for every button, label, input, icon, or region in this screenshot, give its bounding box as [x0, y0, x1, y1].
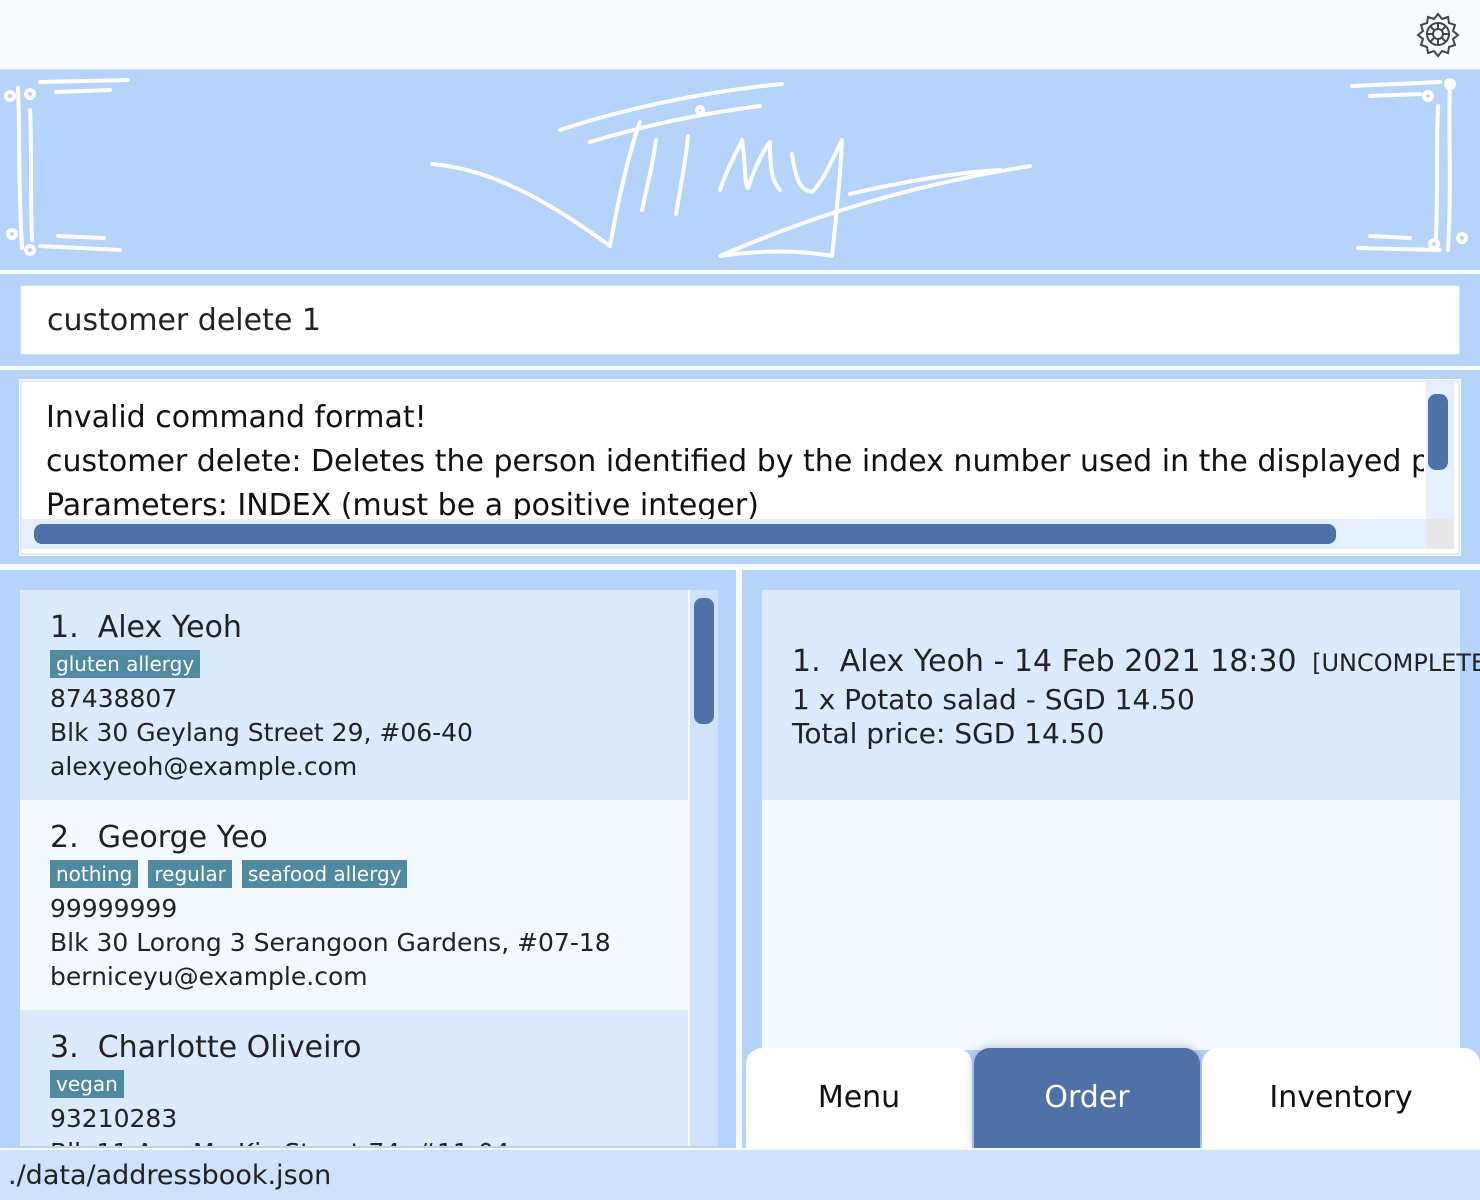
- result-horizontal-scroll-thumb[interactable]: [34, 524, 1336, 544]
- customer-tags: gluten allergy: [50, 648, 658, 682]
- customer-phone: 99999999: [50, 894, 178, 923]
- customer-phone: 87438807: [50, 684, 178, 713]
- customer-card[interactable]: 3. Charlotte Oliveiro vegan 93210283 Blk…: [20, 1010, 688, 1146]
- customer-tags: vegan: [50, 1068, 658, 1102]
- tab-menu[interactable]: Menu: [746, 1048, 972, 1148]
- customer-address: Blk 30 Lorong 3 Serangoon Gardens, #07-1…: [50, 928, 611, 957]
- status-bar: ./data/addressbook.json: [0, 1148, 1480, 1200]
- order-header: 1. Alex Yeoh - 14 Feb 2021 18:30 [UNCOMP…: [792, 642, 1480, 683]
- order-datetime: - 14 Feb 2021 18:30: [993, 644, 1297, 679]
- customer-card[interactable]: 1. Alex Yeoh gluten allergy 87438807 Blk…: [20, 590, 688, 800]
- tab-order[interactable]: Order: [974, 1048, 1200, 1148]
- result-line: Parameters: INDEX (must be a positive in…: [46, 488, 759, 519]
- command-input[interactable]: [21, 286, 1459, 354]
- panel-divider[interactable]: [736, 570, 742, 1148]
- customer-list-scroll-thumb[interactable]: [694, 598, 714, 724]
- customer-email: alexyeoh@example.com: [50, 752, 358, 781]
- customer-name: 1. Alex Yeoh: [50, 610, 242, 645]
- customer-phone: 93210283: [50, 1104, 178, 1133]
- customer-name: 2. George Yeo: [50, 820, 268, 855]
- order-item: 1 x Potato salad - SGD 14.50: [792, 683, 1195, 716]
- tab-inventory[interactable]: Inventory: [1202, 1048, 1480, 1148]
- command-box[interactable]: [20, 285, 1460, 355]
- customer-address: Blk 30 Geylang Street 29, #06-40: [50, 718, 473, 747]
- scrollbar-corner: [1426, 519, 1454, 549]
- customer-name: 3. Charlotte Oliveiro: [50, 1030, 362, 1065]
- result-vertical-scroll-thumb[interactable]: [1428, 394, 1448, 470]
- top-bar: [0, 0, 1480, 70]
- app-banner: [0, 70, 1480, 270]
- customer-address: Blk 11 Ang Mo Kio Street 74, #11-04: [50, 1136, 658, 1146]
- result-line: Invalid command format!: [46, 400, 427, 435]
- tab-bar: Menu Order Inventory: [746, 1048, 1480, 1148]
- order-total: Total price: SGD 14.50: [792, 717, 1105, 750]
- customer-email: berniceyu@example.com: [50, 962, 368, 991]
- gear-icon: [1416, 12, 1460, 58]
- customer-tag: regular: [148, 860, 232, 888]
- order-status: [UNCOMPLETED]: [1312, 649, 1480, 677]
- divider: [0, 270, 1480, 274]
- order-customer-name: Alex Yeoh: [839, 644, 984, 679]
- customer-tag: seafood allergy: [241, 860, 408, 888]
- customer-list[interactable]: 1. Alex Yeoh gluten allergy 87438807 Blk…: [20, 590, 718, 1146]
- customer-tag: nothing: [50, 860, 139, 888]
- customer-tags: nothing regular seafood allergy: [50, 858, 658, 892]
- divider: [0, 366, 1480, 370]
- order-list[interactable]: 1. Alex Yeoh - 14 Feb 2021 18:30 [UNCOMP…: [762, 590, 1480, 1050]
- result-text: Invalid command format! customer delete:…: [46, 396, 1424, 519]
- customer-card[interactable]: 2. George Yeo nothing regular seafood alle…: [20, 800, 688, 1010]
- order-index: 1.: [792, 644, 821, 679]
- jimy-logo: [4, 78, 1468, 258]
- order-card[interactable]: 1. Alex Yeoh - 14 Feb 2021 18:30 [UNCOMP…: [762, 590, 1480, 800]
- settings-button[interactable]: [1414, 10, 1462, 58]
- result-display[interactable]: Invalid command format! customer delete:…: [19, 379, 1461, 556]
- result-line: customer delete: Deletes the person iden…: [46, 444, 1424, 479]
- data-file-path: ./data/addressbook.json: [8, 1160, 332, 1191]
- customer-tag: vegan: [50, 1070, 124, 1098]
- customer-tag: gluten allergy: [50, 650, 201, 678]
